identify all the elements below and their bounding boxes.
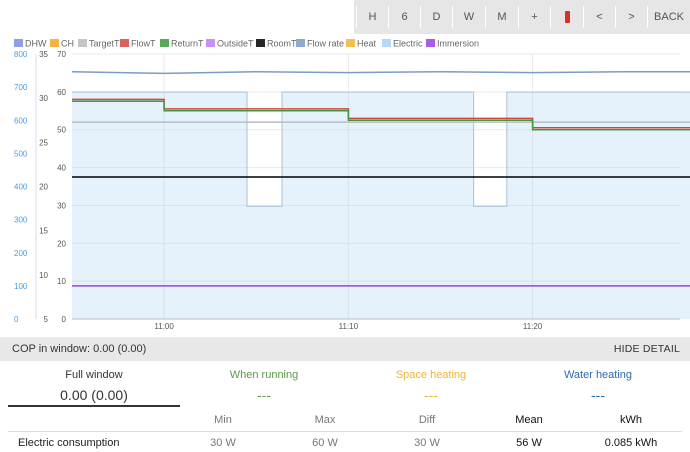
power-axis-tick: 400 <box>14 183 28 192</box>
row-mean: 56 W <box>516 437 542 449</box>
water-heating-title: Water heating <box>563 369 633 381</box>
legend-label-6: RoomT <box>267 39 297 49</box>
stats-header-diff: Diff <box>418 414 436 426</box>
hide-detail-button[interactable]: HIDE DETAIL <box>614 343 680 355</box>
hour-button[interactable]: H <box>356 6 388 28</box>
legend-label-8: Heat <box>357 39 377 49</box>
flow-axis-tick: 35 <box>39 50 48 59</box>
space-heating-value: --- <box>424 387 438 403</box>
power-axis-tick: 500 <box>14 149 28 158</box>
back-button[interactable]: BACK <box>647 6 690 28</box>
legend-label-4: ReturnT <box>171 39 204 49</box>
legend-label-10: Immersion <box>437 39 479 49</box>
stats-header-kwh: kWh <box>620 414 642 426</box>
legend-swatch-10 <box>426 39 435 47</box>
cop-label: COP in window: <box>12 343 91 355</box>
temp-axis-tick: 20 <box>57 239 66 248</box>
detail-summary: Full window 0.00 (0.00) When running ---… <box>8 363 682 452</box>
temp-axis-tick: 10 <box>57 277 66 286</box>
zoom-in-button[interactable]: + <box>518 6 550 28</box>
week-button[interactable]: W <box>452 6 485 28</box>
pan-right-button[interactable]: > <box>615 6 647 28</box>
legend-swatch-5 <box>206 39 215 47</box>
stats-header-max: Max <box>314 414 336 426</box>
legend-label-3: FlowT <box>131 39 156 49</box>
x-axis-tick: 11:10 <box>339 322 359 331</box>
legend-swatch-4 <box>160 39 169 47</box>
full-window-title: Full window <box>65 369 123 381</box>
water-heating-tab[interactable]: Water heating --- <box>514 363 682 407</box>
legend-label-1: CH <box>61 39 74 49</box>
legend-swatch-7 <box>296 39 305 47</box>
stats-header-mean: Mean <box>515 414 543 426</box>
water-heating-value: --- <box>591 387 605 403</box>
cop-value: 0.00 (0.00) <box>93 343 147 355</box>
power-axis-tick: 100 <box>14 282 28 291</box>
red-bar-icon <box>564 11 570 24</box>
power-axis-tick: 600 <box>14 116 28 125</box>
space-heating-tab[interactable]: Space heating --- <box>348 363 514 407</box>
legend-label-2: TargetT <box>89 39 120 49</box>
legend-swatch-0 <box>14 39 23 47</box>
legend-label-0: DHW <box>25 39 47 49</box>
flow-axis-tick: 15 <box>39 227 48 236</box>
legend-swatch-8 <box>346 39 355 47</box>
power-axis-tick: 800 <box>14 50 28 59</box>
full-window-value: 0.00 (0.00) <box>60 387 128 403</box>
legend-swatch-9 <box>382 39 391 47</box>
power-axis-tick: 700 <box>14 83 28 92</box>
row-kwh: 0.085 kWh <box>604 437 658 449</box>
row-max: 60 W <box>312 437 338 449</box>
temp-axis-tick: 70 <box>57 50 66 59</box>
x-axis-tick: 11:20 <box>523 322 543 331</box>
when-running-title: When running <box>229 369 299 381</box>
temp-axis-tick: 0 <box>62 315 67 324</box>
temp-axis-tick: 50 <box>57 126 66 135</box>
power-axis-tick: 300 <box>14 216 28 225</box>
row-diff: 30 W <box>414 437 440 449</box>
chart-toolbar: H 6 D W M + < > BACK <box>0 0 690 34</box>
series-area-electric <box>72 92 690 319</box>
legend-label-7: Flow rate <box>307 39 344 49</box>
history-chart[interactable]: DHW CH TargetT FlowT ReturnT OutsideT RoomT Flo… <box>0 34 690 336</box>
legend-label-5: OutsideT <box>217 39 254 49</box>
temp-axis-tick: 40 <box>57 164 66 173</box>
series-line-flow-rate <box>71 70 690 75</box>
when-running-tab[interactable]: When running --- <box>180 363 348 407</box>
cop-summary: COP in window: 0.00 (0.00) <box>12 343 146 355</box>
legend-swatch-3 <box>120 39 129 47</box>
cop-bar: COP in window: 0.00 (0.00) HIDE DETAIL <box>0 337 690 361</box>
x-axis-tick: 11:00 <box>154 322 174 331</box>
month-button[interactable]: M <box>485 6 518 28</box>
stats-header-min: Min <box>214 414 232 426</box>
full-window-tab[interactable]: Full window 0.00 (0.00) <box>8 363 180 407</box>
row-min: 30 W <box>210 437 236 449</box>
flow-axis-tick: 5 <box>44 315 49 324</box>
table-row: Electric consumption 30 W 60 W 30 W 56 W… <box>8 431 682 452</box>
legend-swatch-1 <box>50 39 59 47</box>
flow-axis-tick: 30 <box>39 94 48 103</box>
legend-swatch-2 <box>78 39 87 47</box>
power-axis-tick: 200 <box>14 249 28 258</box>
flow-axis-tick: 20 <box>39 183 48 192</box>
flow-axis-tick: 10 <box>39 271 48 280</box>
power-axis-tick: 0 <box>14 315 19 324</box>
six-hour-button[interactable]: 6 <box>388 6 420 28</box>
space-heating-title: Space heating <box>395 369 467 381</box>
temp-axis-tick: 60 <box>57 88 66 97</box>
when-running-value: --- <box>257 387 271 403</box>
pan-left-button[interactable]: < <box>583 6 615 28</box>
legend-swatch-6 <box>256 39 265 47</box>
legend-label-9: Electric <box>393 39 423 49</box>
temp-axis-tick: 30 <box>57 201 66 210</box>
row-label: Electric consumption <box>18 437 120 449</box>
flow-axis-tick: 25 <box>39 138 48 147</box>
stats-header-row: Min Max Diff Mean kWh <box>8 409 682 431</box>
alert-button[interactable] <box>550 6 583 28</box>
day-button[interactable]: D <box>420 6 452 28</box>
chart-svg[interactable]: DHW CH TargetT FlowT ReturnT OutsideT RoomT Flo… <box>0 34 690 336</box>
